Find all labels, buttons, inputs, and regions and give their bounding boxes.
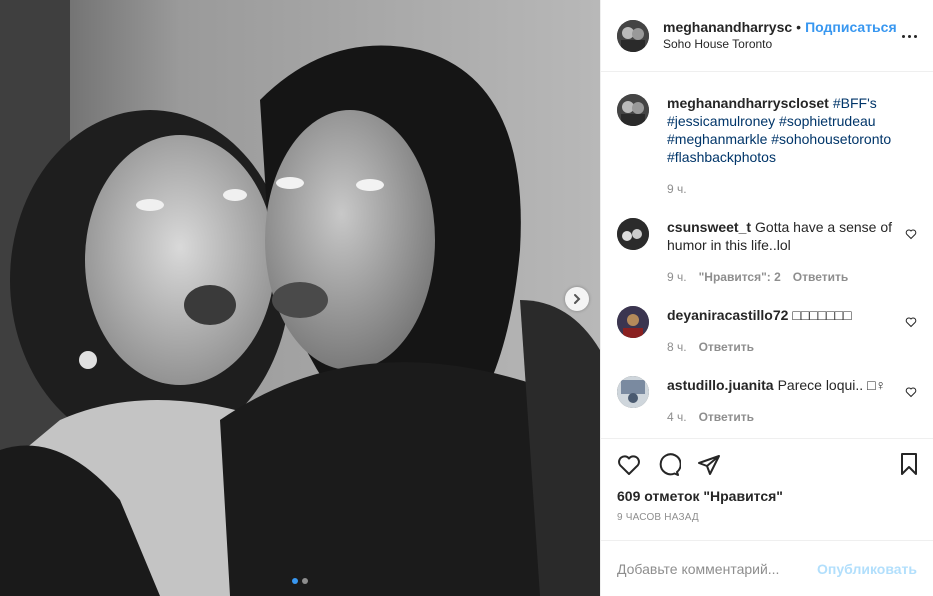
heart-icon[interactable] (905, 316, 917, 328)
publish-button[interactable]: Опубликовать (817, 561, 917, 577)
carousel-dot (302, 578, 308, 584)
action-bar (601, 438, 933, 490)
post-header: meghanandharrysc • Подписаться Soho House … (601, 0, 933, 72)
post-photo[interactable] (0, 0, 600, 596)
author-username[interactable]: meghanandharrysc (663, 19, 792, 35)
reply-button[interactable]: Ответить (699, 408, 754, 426)
comment-time[interactable]: 8 ч. (667, 338, 687, 356)
photo-image (0, 0, 600, 596)
heart-icon[interactable] (617, 453, 641, 477)
follow-button[interactable]: Подписаться (805, 19, 897, 35)
instagram-post: meghanandharrysc • Подписаться Soho House … (0, 0, 933, 596)
chevron-right-icon (574, 294, 581, 304)
avatar[interactable] (617, 94, 649, 126)
share-icon[interactable] (697, 453, 721, 477)
carousel-indicator (0, 578, 600, 584)
comment-username[interactable]: astudillo.juanita (667, 377, 774, 393)
avatar[interactable] (617, 19, 649, 52)
caption-time[interactable]: 9 ч. (667, 180, 687, 198)
post-timestamp[interactable]: 9 ЧАСОВ НАЗАД (601, 512, 933, 526)
caption-username[interactable]: meghanandharryscloset (667, 95, 829, 111)
comment-likes[interactable]: "Нравится": 2 (699, 268, 781, 286)
caption: meghanandharryscloset #BFF's #jessicamulr… (617, 94, 917, 198)
avatar[interactable] (617, 376, 649, 408)
comment-input[interactable] (617, 560, 818, 577)
add-comment-bar: Опубликовать (601, 540, 933, 596)
post-sidebar: meghanandharrysc • Подписаться Soho House … (600, 0, 933, 596)
bookmark-icon[interactable] (897, 452, 921, 476)
comment-username[interactable]: deyaniracastillo72 (667, 307, 788, 323)
comment-time[interactable]: 4 ч. (667, 408, 687, 426)
reply-button[interactable]: Ответить (699, 338, 754, 356)
comment-icon[interactable] (657, 452, 681, 477)
comment-text: Parece loqui.. □♀ (777, 377, 887, 393)
avatar[interactable] (617, 306, 649, 338)
avatar[interactable] (617, 218, 649, 250)
comment-text: □□□□□□□ (792, 307, 852, 323)
more-horizontal-icon[interactable] (899, 26, 919, 46)
reply-button[interactable]: Ответить (793, 268, 848, 286)
comment-item: astudillo.juanita Parece loqui.. □♀ 4 ч. … (617, 376, 917, 426)
next-photo-button[interactable] (565, 287, 589, 311)
comments-list[interactable]: meghanandharryscloset #BFF's #jessicamulr… (601, 72, 933, 438)
comment-username[interactable]: csunsweet_t (667, 219, 751, 235)
separator-dot: • (796, 18, 802, 35)
carousel-dot-active (292, 578, 298, 584)
heart-icon[interactable] (905, 386, 917, 398)
comment-item: deyaniracastillo72 □□□□□□□ 8 ч. Ответить (617, 306, 917, 356)
heart-icon[interactable] (905, 228, 917, 240)
comment-item: csunsweet_t Gotta have a sense of humor i… (617, 218, 917, 286)
comment-time[interactable]: 9 ч. (667, 268, 687, 286)
post-location[interactable]: Soho House Toronto (663, 36, 897, 53)
